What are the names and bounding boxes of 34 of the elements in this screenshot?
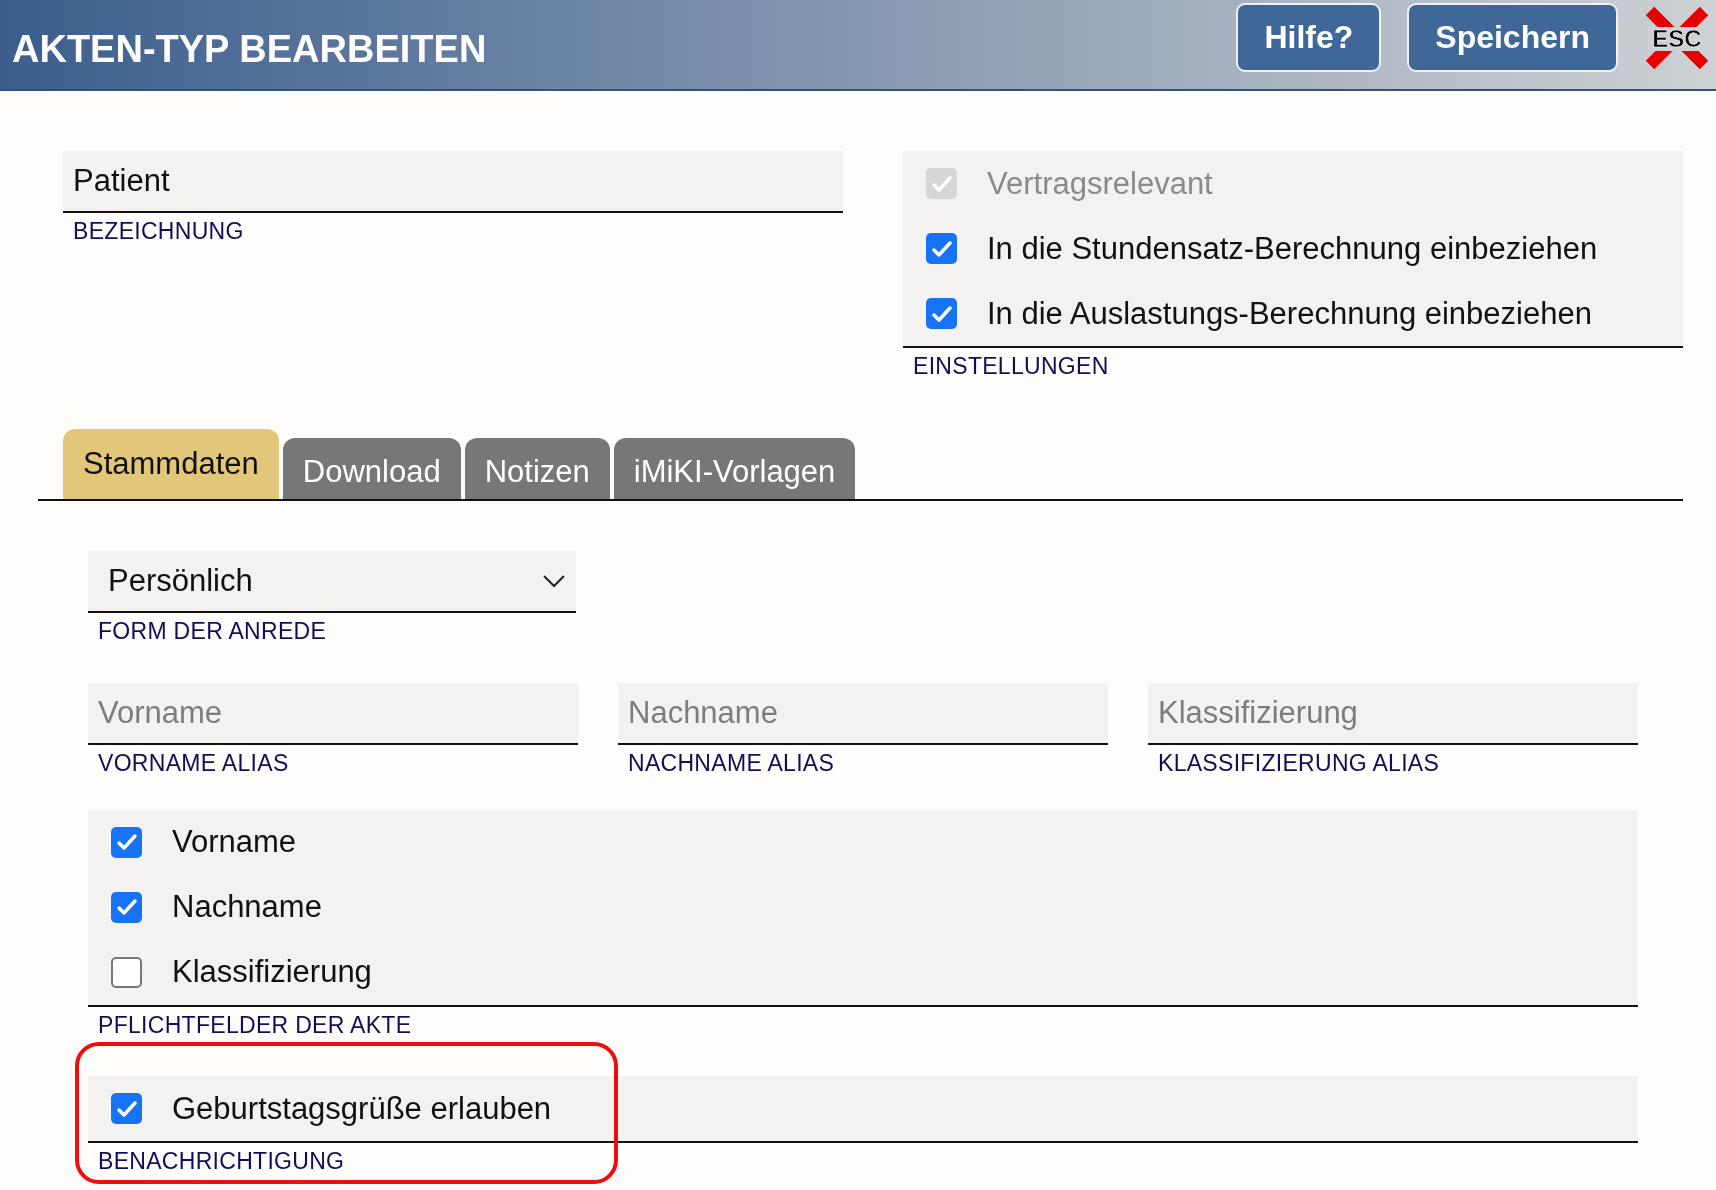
- help-button[interactable]: Hilfe?: [1236, 3, 1382, 72]
- section-label: PFLICHTFELDER DER AKTE: [97, 1010, 413, 1039]
- checkbox-label: Nachname: [172, 889, 322, 926]
- checkbox[interactable]: [926, 298, 957, 329]
- checkbox-label: Vertragsrelevant: [987, 165, 1213, 202]
- field-label: KLASSIFIZIERUNG ALIAS: [1157, 748, 1441, 776]
- salutation-dropdown[interactable]: Persönlich: [88, 551, 576, 614]
- tab[interactable]: iMiKI-Vorlagen: [613, 438, 856, 500]
- checkbox-label: Vorname: [172, 824, 297, 861]
- name-field[interactable]: Patient: [63, 151, 843, 213]
- checkbox-label: In die Auslastungs-Berechnung einbeziehen: [987, 295, 1592, 332]
- tab[interactable]: Notizen: [464, 438, 610, 500]
- tab[interactable]: Stammdaten: [63, 429, 279, 500]
- input-field[interactable]: Vorname: [88, 682, 578, 745]
- input-field[interactable]: Klassifizierung: [1148, 682, 1638, 745]
- field-label: FORM DER ANREDE: [97, 617, 328, 645]
- field-label: NACHNAME ALIAS: [627, 748, 836, 776]
- checkbox[interactable]: [111, 1093, 142, 1125]
- checkbox[interactable]: [926, 233, 957, 264]
- field-label: VORNAME ALIAS: [97, 748, 290, 776]
- checkbox-label: Geburtstagsgrüße erlauben: [172, 1090, 552, 1127]
- checkbox-label: Klassifizierung: [172, 954, 372, 991]
- checkbox[interactable]: [111, 891, 142, 923]
- tab[interactable]: Download: [282, 438, 461, 500]
- page-title: AKTEN-TYP BEARBEITEN: [12, 27, 488, 71]
- chevron-down-icon: [542, 574, 566, 589]
- input-field[interactable]: Nachname: [618, 682, 1108, 745]
- field-label: BEZEICHNUNG: [72, 217, 245, 245]
- checkbox[interactable]: [111, 826, 142, 858]
- checkbox[interactable]: [111, 956, 142, 988]
- checkbox-label: In die Stundensatz-Berechnung einbeziehen: [987, 230, 1598, 267]
- save-button[interactable]: Speichern: [1407, 3, 1618, 72]
- section-label: BENACHRICHTIGUNG: [97, 1147, 346, 1175]
- section-label: EINSTELLUNGEN: [912, 352, 1110, 380]
